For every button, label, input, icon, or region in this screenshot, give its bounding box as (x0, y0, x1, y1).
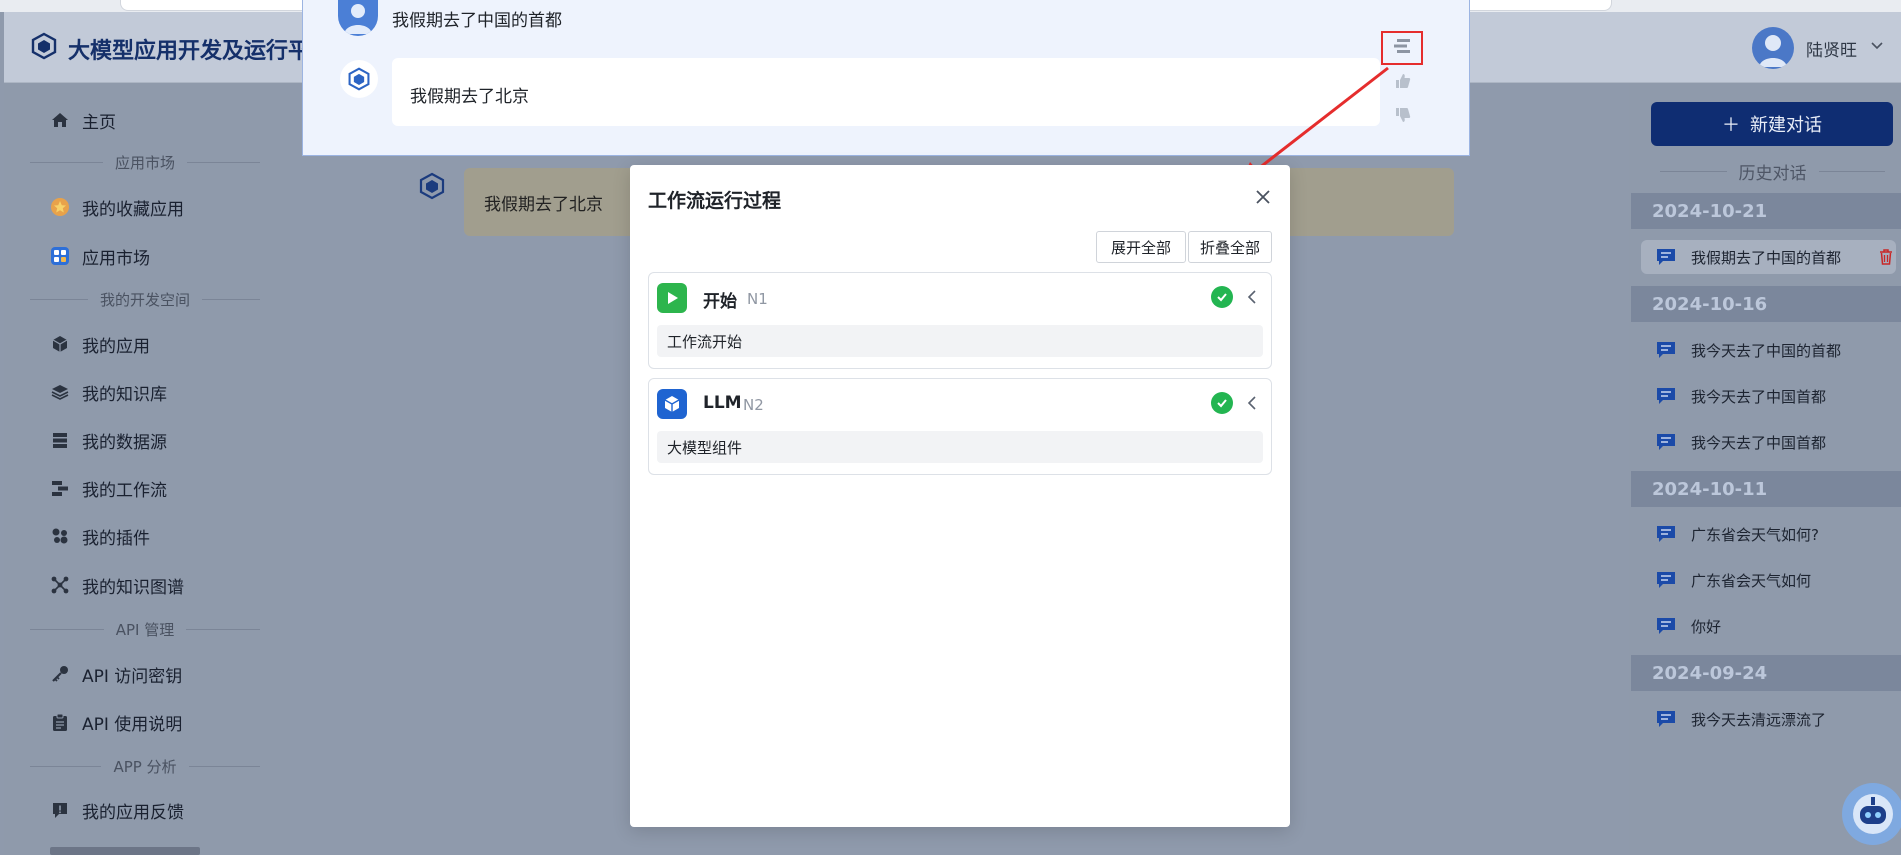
chat-bubble-icon (1657, 711, 1675, 727)
sidebar-item-label: 应用市场 (82, 248, 150, 269)
node-name: 开始 (703, 292, 737, 312)
chat-bubble-icon (1657, 434, 1675, 450)
success-check-icon (1211, 392, 1233, 414)
history-date-group: 2024-10-16 (1631, 286, 1901, 322)
history-item-active[interactable]: 我假期去了中国的首都 (1641, 240, 1896, 274)
sidebar-item-label: 主页 (82, 112, 116, 133)
plugin-icon (50, 526, 70, 546)
expand-all-button[interactable]: 展开全部 (1096, 231, 1186, 263)
sidebar-item-home[interactable]: 主页 (50, 108, 116, 133)
workflow-node-llm[interactable]: LLM N2 大模型组件 (648, 378, 1272, 475)
star-icon (50, 197, 70, 217)
sidebar-item-label: 我的应用反馈 (82, 802, 184, 823)
history-date-group: 2024-10-21 (1631, 193, 1901, 229)
chevron-left-icon[interactable] (1245, 287, 1259, 307)
graph-icon (50, 575, 70, 595)
history-item[interactable]: 我今天去清远漂流了 (1641, 702, 1896, 736)
sidebar-section-api: API 管理 (30, 619, 260, 639)
workflow-node-start[interactable]: 开始 N1 工作流开始 (648, 272, 1272, 369)
sidebar-item-my-apps[interactable]: 我的应用 (50, 332, 150, 357)
history-item[interactable]: 广东省会天气如何 (1641, 563, 1896, 597)
close-icon[interactable] (1252, 186, 1274, 208)
sidebar-section-app-market: 应用市场 (30, 152, 260, 172)
bot-logo-icon (348, 67, 370, 91)
node-description: 大模型组件 (657, 431, 1263, 463)
app-title: 大模型应用开发及运行平 (68, 39, 311, 64)
sidebar-item-favorites[interactable]: 我的收藏应用 (50, 195, 184, 220)
node-name: LLM (703, 393, 742, 413)
assistant-robot-icon[interactable] (1842, 783, 1901, 845)
sidebar-item-plugin[interactable]: 我的插件 (50, 524, 150, 549)
home-icon (50, 110, 70, 130)
modal-title: 工作流运行过程 (648, 190, 782, 212)
sidebar-item-api-docs[interactable]: API 使用说明 (50, 710, 183, 735)
history-item[interactable]: 我今天去了中国首都 (1641, 379, 1896, 413)
sidebar-item-partial (50, 847, 200, 855)
sidebar-item-label: 我的应用 (82, 336, 150, 357)
user-question: 我假期去了中国的首都 (392, 11, 562, 31)
history-date-group: 2024-09-24 (1631, 655, 1901, 691)
cube-icon (50, 334, 70, 354)
bot-avatar (340, 60, 378, 98)
sidebar-item-workflow[interactable]: 我的工作流 (50, 476, 167, 501)
sidebar-item-label: 我的插件 (82, 528, 150, 549)
node-description: 工作流开始 (657, 325, 1263, 357)
history-item[interactable]: 我今天去了中国首都 (1641, 425, 1896, 459)
sidebar-item-knowledge-base[interactable]: 我的知识库 (50, 380, 167, 405)
sidebar-item-label: API 访问密钥 (82, 666, 183, 687)
user-name[interactable]: 陆贤旺 (1806, 36, 1857, 61)
new-chat-button[interactable]: ＋ 新建对话 (1651, 102, 1893, 146)
database-icon (50, 430, 70, 450)
sidebar-item-knowledge-graph[interactable]: 我的知识图谱 (50, 573, 184, 598)
plus-icon: ＋ (1722, 115, 1740, 136)
chat-bubble-icon (1657, 572, 1675, 588)
sidebar-item-label: 我的知识图谱 (82, 577, 184, 598)
workflow-run-modal (630, 165, 1290, 827)
history-title: 历史对话 (1660, 160, 1885, 184)
key-icon (50, 664, 70, 684)
workflow-icon (50, 478, 70, 498)
chat-bubble-icon (1657, 526, 1675, 542)
history-date-group: 2024-10-11 (1631, 471, 1901, 507)
cube-icon (657, 389, 687, 419)
sidebar-item-app-feedback[interactable]: 我的应用反馈 (50, 798, 184, 823)
success-check-icon (1211, 286, 1233, 308)
sidebar-item-app-market[interactable]: 应用市场 (50, 244, 150, 269)
node-id: N1 (747, 290, 768, 308)
sidebar-item-label: API 使用说明 (82, 714, 183, 735)
chevron-down-icon[interactable] (1870, 38, 1884, 56)
node-id: N2 (743, 396, 764, 414)
apps-icon (50, 246, 70, 266)
chat-bubble-icon (1657, 249, 1675, 265)
history-item[interactable]: 我今天去了中国的首都 (1641, 333, 1896, 367)
chat-bubble-icon (1657, 388, 1675, 404)
chat-bubble-icon (1657, 342, 1675, 358)
chat-bubble-icon (1657, 618, 1675, 634)
logo-icon (31, 32, 57, 60)
user-silhouette-icon (1759, 35, 1787, 67)
sidebar-item-label: 我的数据源 (82, 432, 167, 453)
play-icon (657, 283, 687, 313)
clipboard-icon (50, 712, 70, 732)
layers-icon (50, 382, 70, 402)
chevron-left-icon[interactable] (1245, 393, 1259, 413)
sidebar-item-data-source[interactable]: 我的数据源 (50, 428, 167, 453)
sidebar-item-api-key[interactable]: API 访问密钥 (50, 662, 183, 687)
history-item[interactable]: 你好 (1641, 609, 1896, 643)
sidebar-item-label: 我的知识库 (82, 384, 167, 405)
user-avatar[interactable] (1752, 27, 1794, 69)
collapse-all-button[interactable]: 折叠全部 (1188, 231, 1272, 263)
sidebar-item-label: 我的收藏应用 (82, 199, 184, 220)
history-item[interactable]: 广东省会天气如何? (1641, 517, 1896, 551)
sidebar-section-dev-space: 我的开发空间 (30, 289, 260, 309)
sidebar-section-app-analytics: APP 分析 (30, 756, 260, 776)
bot-avatar-icon (419, 172, 445, 200)
sidebar-item-label: 我的工作流 (82, 480, 167, 501)
feedback-icon (50, 800, 70, 820)
delete-trash-icon[interactable] (1878, 249, 1894, 265)
